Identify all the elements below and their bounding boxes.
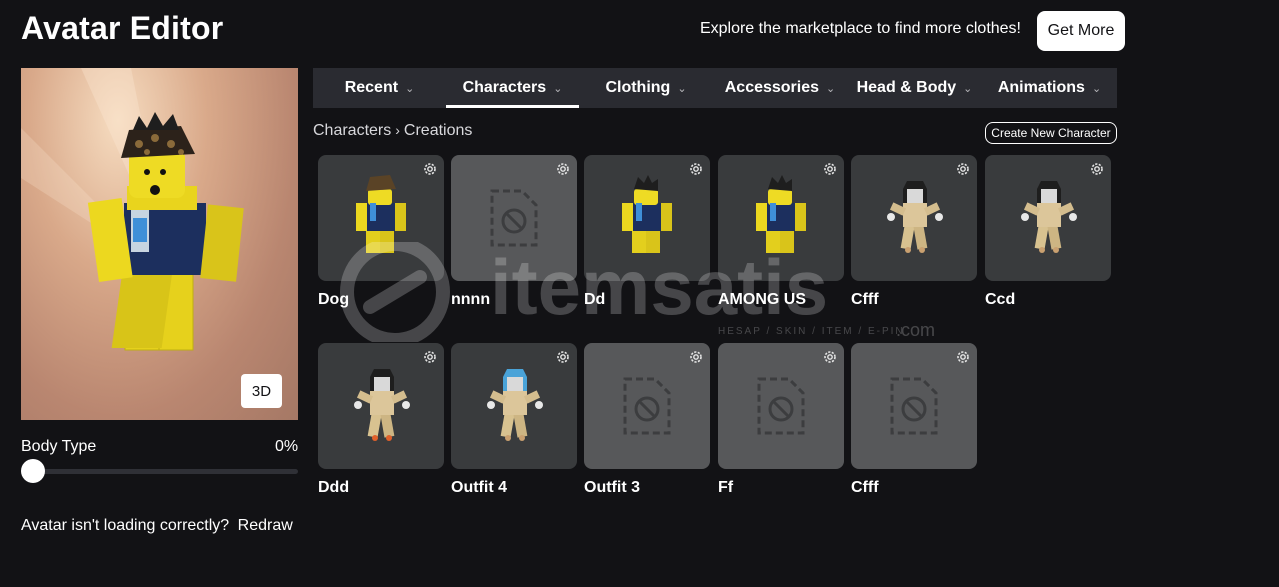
- character-thumbnail[interactable]: [318, 155, 444, 281]
- character-thumbnail[interactable]: [451, 343, 577, 469]
- image-unavailable-icon: [888, 375, 940, 442]
- create-new-character-button[interactable]: Create New Character: [985, 122, 1117, 144]
- tab-label: Characters: [462, 79, 547, 96]
- character-card[interactable]: Dd: [584, 155, 710, 309]
- character-card[interactable]: Ccd: [985, 155, 1111, 309]
- svg-text:.com: .com: [896, 320, 935, 340]
- marketplace-promo-text: Explore the marketplace to find more clo…: [699, 20, 1021, 37]
- character-card[interactable]: Dog: [318, 155, 444, 309]
- character-card[interactable]: Ff: [718, 343, 844, 497]
- character-thumbnail[interactable]: [851, 343, 977, 469]
- gear-icon[interactable]: [955, 349, 971, 365]
- tab-label: Clothing: [605, 79, 671, 96]
- character-thumbnail[interactable]: [718, 343, 844, 469]
- character-thumbnail[interactable]: [985, 155, 1111, 281]
- body-type-slider-thumb[interactable]: [21, 459, 45, 483]
- view-3d-toggle-button[interactable]: 3D: [241, 374, 282, 408]
- character-thumbnail[interactable]: [318, 343, 444, 469]
- tab-head-body[interactable]: Head & Body ⌄: [847, 68, 982, 108]
- gear-icon[interactable]: [822, 161, 838, 177]
- gear-icon[interactable]: [555, 161, 571, 177]
- character-name: Dd: [584, 291, 606, 308]
- redraw-message: Avatar isn't loading correctly? Redraw: [21, 517, 293, 535]
- gear-icon[interactable]: [688, 349, 704, 365]
- tab-animations[interactable]: Animations ⌄: [982, 68, 1117, 108]
- avatar-figure: [21, 68, 244, 351]
- body-type-slider-track[interactable]: [21, 469, 298, 474]
- tab-accessories[interactable]: Accessories ⌄: [713, 68, 847, 108]
- gear-icon[interactable]: [1089, 161, 1105, 177]
- character-name: Cfff: [851, 479, 879, 496]
- character-thumbnail[interactable]: [584, 155, 710, 281]
- character-card[interactable]: Ddd: [318, 343, 444, 497]
- body-type-value: 0%: [275, 438, 299, 455]
- tab-label: Accessories: [724, 79, 820, 96]
- character-name: Outfit 4: [451, 479, 507, 496]
- chevron-down-icon: ⌄: [1091, 82, 1102, 95]
- chevron-down-icon: ⌄: [963, 82, 973, 95]
- breadcrumb: Characters › Creations: [313, 122, 472, 140]
- body-type-label: Body Type: [21, 438, 97, 455]
- breadcrumb-parent[interactable]: Characters: [313, 122, 391, 139]
- image-unavailable-icon: [755, 375, 807, 442]
- character-card[interactable]: nnnn: [451, 155, 577, 309]
- character-thumbnail[interactable]: [584, 343, 710, 469]
- character-card[interactable]: Outfit 3: [584, 343, 710, 497]
- chevron-down-icon: ⌄: [553, 82, 563, 95]
- chevron-down-icon: ⌄: [826, 82, 836, 95]
- chevron-down-icon: ⌄: [405, 82, 415, 95]
- redraw-message-text: Avatar isn't loading correctly?: [21, 517, 230, 534]
- character-card[interactable]: Cfff: [851, 155, 977, 309]
- tab-label: Animations: [997, 79, 1085, 96]
- tab-recent[interactable]: Recent ⌄: [313, 68, 446, 108]
- character-thumbnail[interactable]: [451, 155, 577, 281]
- character-name: Outfit 3: [584, 479, 640, 496]
- redraw-link[interactable]: Redraw: [238, 517, 293, 534]
- character-name: Cfff: [851, 291, 879, 308]
- character-name: Ddd: [318, 479, 350, 496]
- image-unavailable-icon: [621, 375, 673, 442]
- get-more-button[interactable]: Get More: [1037, 11, 1125, 51]
- svg-text:HESAP / SKIN / ITEM / E-PIN: HESAP / SKIN / ITEM / E-PIN: [718, 326, 905, 337]
- gear-icon[interactable]: [955, 161, 971, 177]
- category-tabs: Recent ⌄ Characters ⌄ Clothing ⌄ Accessorie…: [313, 68, 1117, 108]
- image-unavailable-icon: [488, 187, 540, 254]
- gear-icon[interactable]: [822, 349, 838, 365]
- character-thumbnail[interactable]: [851, 155, 977, 281]
- chevron-down-icon: ⌄: [677, 82, 687, 95]
- gear-icon[interactable]: [422, 161, 438, 177]
- character-name: Ccd: [985, 291, 1016, 308]
- avatar-preview[interactable]: 3D: [21, 68, 298, 420]
- character-thumbnail[interactable]: [718, 155, 844, 281]
- chevron-right-icon: ›: [395, 122, 400, 138]
- character-name: nnnn: [451, 291, 491, 308]
- tab-characters[interactable]: Characters ⌄: [446, 68, 579, 108]
- character-name: Dog: [318, 291, 350, 308]
- breadcrumb-current: Creations: [403, 122, 473, 139]
- tab-label: Recent: [344, 79, 399, 96]
- character-card[interactable]: Cfff: [851, 343, 977, 497]
- character-card[interactable]: Outfit 4: [451, 343, 577, 497]
- tab-label: Head & Body: [856, 79, 957, 96]
- character-card[interactable]: AMONG US: [718, 155, 844, 309]
- gear-icon[interactable]: [688, 161, 704, 177]
- tab-clothing[interactable]: Clothing ⌄: [579, 68, 713, 108]
- page-title: Avatar Editor: [21, 10, 224, 46]
- gear-icon[interactable]: [422, 349, 438, 365]
- character-name: AMONG US: [718, 291, 806, 308]
- character-name: Ff: [718, 479, 734, 496]
- gear-icon[interactable]: [555, 349, 571, 365]
